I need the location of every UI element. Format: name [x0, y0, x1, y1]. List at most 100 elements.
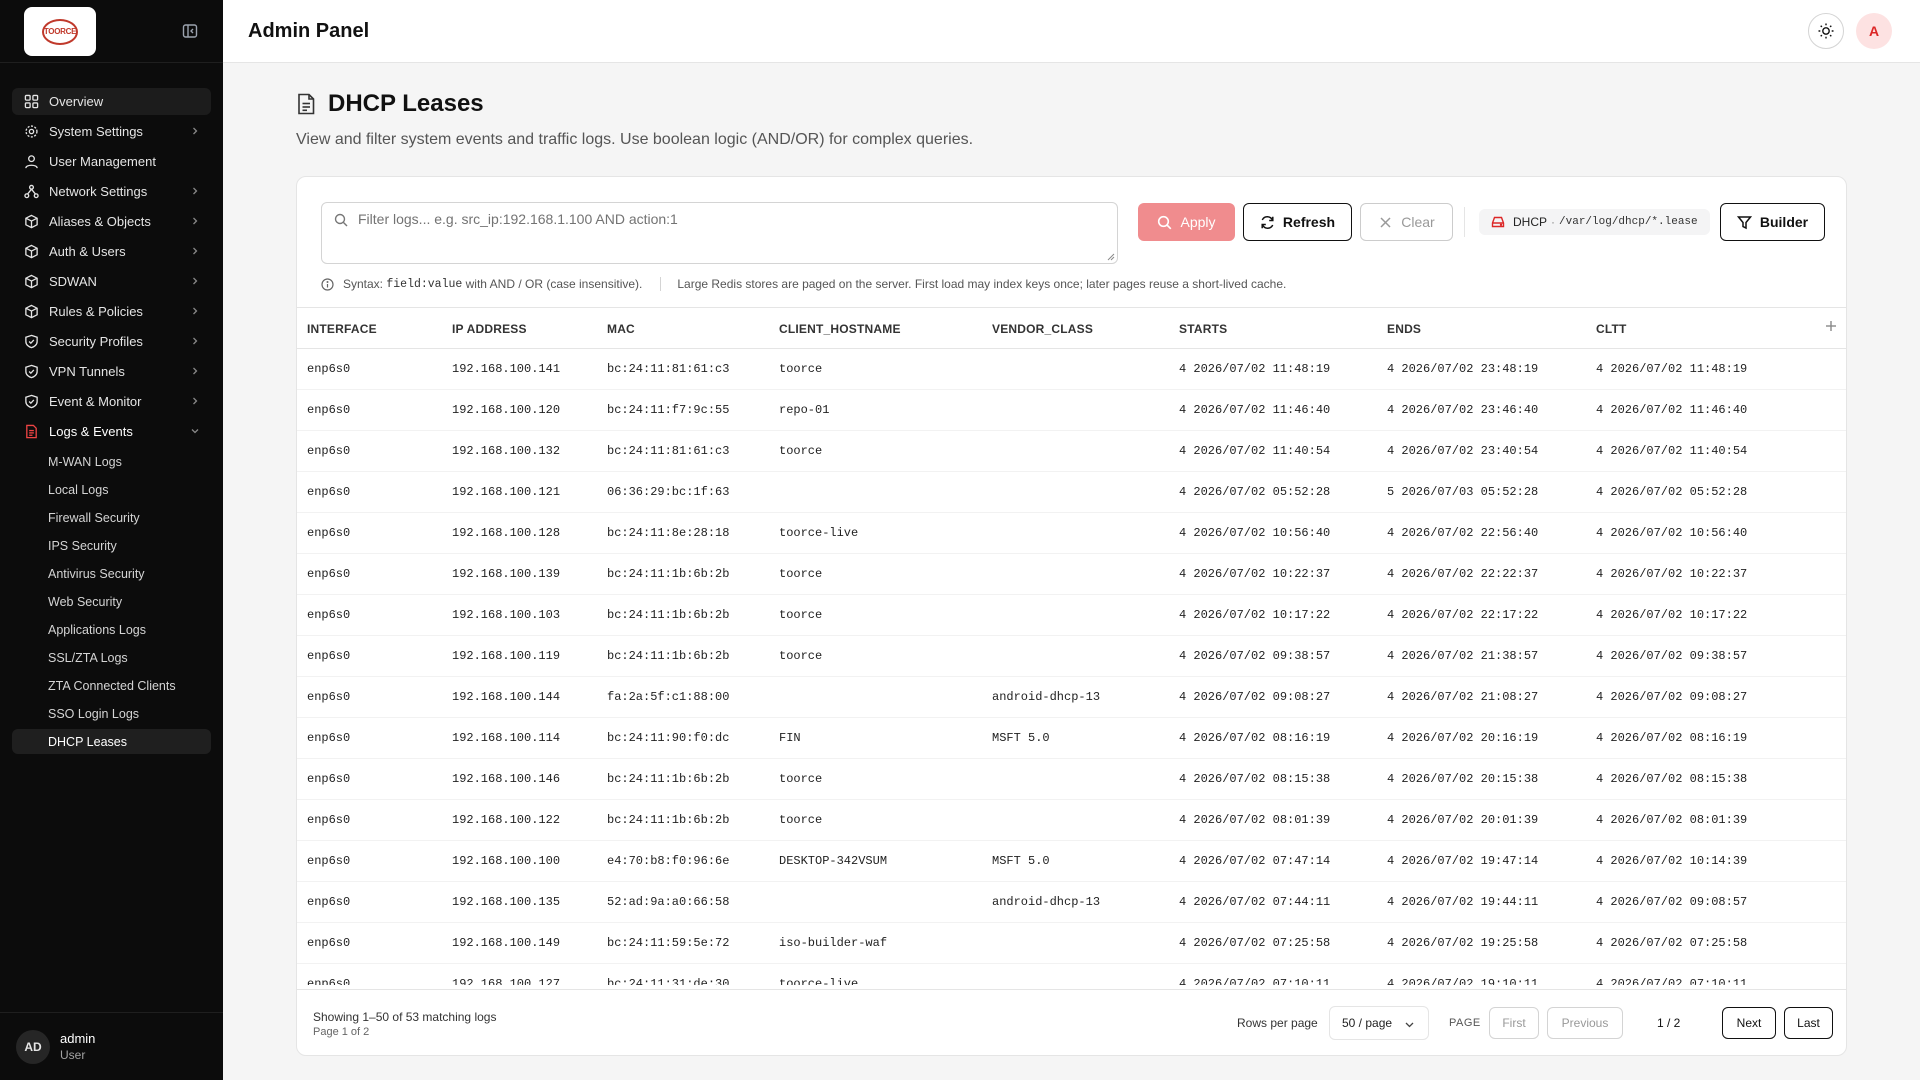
sidebar-item-aliases-objects[interactable]: Aliases & Objects: [12, 208, 211, 235]
cell-starts: 4 2026/07/02 08:01:39: [1179, 813, 1331, 827]
cell-starts: 4 2026/07/02 11:48:19: [1179, 362, 1331, 376]
sidebar-subitem-sso-login-logs[interactable]: SSO Login Logs: [12, 701, 211, 726]
shield-icon: [25, 394, 38, 409]
table-row[interactable]: enp6s0 192.168.100.127 bc:24:11:31:de:30 to…: [297, 964, 1846, 985]
table-row[interactable]: enp6s0 192.168.100.144 fa:2a:5f:c1:88:00 an…: [297, 677, 1846, 718]
sidebar-subitem-ssl-zta-logs[interactable]: SSL/ZTA Logs: [12, 645, 211, 670]
cell-ends: 4 2026/07/02 21:08:27: [1387, 690, 1539, 704]
sidebar-item-logs-events[interactable]: Logs & Events: [12, 418, 211, 445]
sidebar-item-security-profiles[interactable]: Security Profiles: [12, 328, 211, 355]
cell-mac: bc:24:11:59:5e:72: [607, 936, 730, 950]
cell-starts: 4 2026/07/02 09:38:57: [1179, 649, 1331, 663]
filter-textarea[interactable]: [321, 202, 1118, 264]
column-header-ip-address[interactable]: IP ADDRESS: [452, 322, 527, 336]
sidebar-item-rules-policies[interactable]: Rules & Policies: [12, 298, 211, 325]
sidebar-item-overview[interactable]: Overview: [12, 88, 211, 115]
sidebar-item-auth-users[interactable]: Auth & Users: [12, 238, 211, 265]
hint-code: field:value: [386, 277, 463, 291]
cell-ends: 5 2026/07/03 05:52:28: [1387, 485, 1539, 499]
sidebar-user[interactable]: AD admin User: [0, 1012, 223, 1080]
cell-ends: 4 2026/07/02 20:16:19: [1387, 731, 1539, 745]
sidebar-subitem-ips-security[interactable]: IPS Security: [12, 533, 211, 558]
table-row[interactable]: enp6s0 192.168.100.132 bc:24:11:81:61:c3 to…: [297, 431, 1846, 472]
next-page-button[interactable]: Next: [1722, 1007, 1776, 1039]
cell-mac: e4:70:b8:f0:96:6e: [607, 854, 730, 868]
sidebar-item-label: User Management: [49, 154, 156, 169]
sidebar-subitem-applications-logs[interactable]: Applications Logs: [12, 617, 211, 642]
sidebar-item-label: Overview: [49, 94, 104, 109]
sidebar-item-user-management[interactable]: User Management: [12, 148, 211, 175]
sidebar-subitem-antivirus-security[interactable]: Antivirus Security: [12, 561, 211, 586]
cell-starts: 4 2026/07/02 07:10:11: [1179, 977, 1331, 985]
apply-button[interactable]: Apply: [1138, 203, 1235, 241]
cell-cltt: 4 2026/07/02 11:48:19: [1596, 362, 1748, 376]
user-menu-button[interactable]: A: [1856, 13, 1892, 49]
cell-interface: enp6s0: [307, 526, 351, 540]
cell-vendor-class: MSFT 5.0: [992, 731, 1050, 745]
table-row[interactable]: enp6s0 192.168.100.139 bc:24:11:1b:6b:2b to…: [297, 554, 1846, 595]
last-page-button[interactable]: Last: [1784, 1007, 1833, 1039]
previous-page-button[interactable]: Previous: [1547, 1007, 1623, 1039]
column-header-vendor-class[interactable]: VENDOR_CLASS: [992, 322, 1093, 336]
filter-input[interactable]: [358, 211, 1098, 227]
cell-vendor-class: MSFT 5.0: [992, 854, 1050, 868]
clear-button[interactable]: Clear: [1360, 203, 1453, 241]
filter-icon: [1736, 215, 1752, 229]
sidebar-item-system-settings[interactable]: System Settings: [12, 118, 211, 145]
table-row[interactable]: enp6s0 192.168.100.146 bc:24:11:1b:6b:2b to…: [297, 759, 1846, 800]
sidebar-item-vpn-tunnels[interactable]: VPN Tunnels: [12, 358, 211, 385]
cell-starts: 4 2026/07/02 07:25:58: [1179, 936, 1331, 950]
sidebar-subitem-mwan-logs[interactable]: M-WAN Logs: [12, 449, 211, 474]
sidebar-subitem-firewall-security[interactable]: Firewall Security: [12, 505, 211, 530]
chevron-down-icon: [1405, 1022, 1414, 1028]
first-page-button[interactable]: First: [1489, 1007, 1539, 1039]
cell-mac: bc:24:11:31:de:30: [607, 977, 730, 985]
sidebar-subitem-web-security[interactable]: Web Security: [12, 589, 211, 614]
table-row[interactable]: enp6s0 192.168.100.135 52:ad:9a:a0:66:58 an…: [297, 882, 1846, 923]
table-row[interactable]: enp6s0 192.168.100.122 bc:24:11:1b:6b:2b to…: [297, 800, 1846, 841]
table-row[interactable]: enp6s0 192.168.100.128 bc:24:11:8e:28:18 to…: [297, 513, 1846, 554]
cell-ends: 4 2026/07/02 20:15:38: [1387, 772, 1539, 786]
sidebar-subitem-dhcp-leases[interactable]: DHCP Leases: [12, 729, 211, 754]
cell-ends: 4 2026/07/02 22:22:37: [1387, 567, 1539, 581]
cell-ends: 4 2026/07/02 22:17:22: [1387, 608, 1539, 622]
column-header-starts[interactable]: STARTS: [1179, 322, 1227, 336]
cell-ends: 4 2026/07/02 19:10:11: [1387, 977, 1539, 985]
table-row[interactable]: enp6s0 192.168.100.103 bc:24:11:1b:6b:2b to…: [297, 595, 1846, 636]
chevron-right-icon: [193, 397, 198, 405]
cell-ip-address: 192.168.100.119: [452, 649, 561, 663]
cell-interface: enp6s0: [307, 362, 351, 376]
sidebar-subitem-local-logs[interactable]: Local Logs: [12, 477, 211, 502]
add-column-icon[interactable]: [1824, 319, 1838, 333]
sidebar-item-sdwan[interactable]: SDWAN: [12, 268, 211, 295]
table-row[interactable]: enp6s0 192.168.100.121 06:36:29:bc:1f:63 4 …: [297, 472, 1846, 513]
apply-label: Apply: [1180, 214, 1216, 230]
chevron-right-icon: [193, 217, 198, 225]
table-row[interactable]: enp6s0 192.168.100.120 bc:24:11:f7:9c:55 re…: [297, 390, 1846, 431]
cell-cltt: 4 2026/07/02 11:40:54: [1596, 444, 1748, 458]
sidebar-toggle-icon[interactable]: [182, 23, 198, 39]
shield-icon: [25, 364, 38, 379]
rows-per-page-select[interactable]: 50 / page: [1329, 1006, 1429, 1040]
column-header-mac[interactable]: MAC: [607, 322, 635, 336]
table-row[interactable]: enp6s0 192.168.100.114 bc:24:11:90:f0:dc FI…: [297, 718, 1846, 759]
table-row[interactable]: enp6s0 192.168.100.141 bc:24:11:81:61:c3 to…: [297, 349, 1846, 390]
refresh-button[interactable]: Refresh: [1243, 203, 1352, 241]
column-header-ends[interactable]: ENDS: [1387, 322, 1421, 336]
sidebar-item-event-monitor[interactable]: Event & Monitor: [12, 388, 211, 415]
page-indicator: 1 / 2: [1657, 1016, 1681, 1030]
builder-button[interactable]: Builder: [1720, 203, 1825, 241]
theme-toggle-button[interactable]: [1808, 13, 1844, 49]
column-header-interface[interactable]: INTERFACE: [307, 322, 377, 336]
cell-ip-address: 192.168.100.128: [452, 526, 561, 540]
column-header-cltt[interactable]: CLTT: [1596, 322, 1627, 336]
sidebar-item-network-settings[interactable]: Network Settings: [12, 178, 211, 205]
table-row[interactable]: enp6s0 192.168.100.149 bc:24:11:59:5e:72 is…: [297, 923, 1846, 964]
brand-logo[interactable]: TOORCE: [24, 7, 96, 56]
table-row[interactable]: enp6s0 192.168.100.100 e4:70:b8:f0:96:6e DE…: [297, 841, 1846, 882]
table-row[interactable]: enp6s0 192.168.100.119 bc:24:11:1b:6b:2b to…: [297, 636, 1846, 677]
sidebar-subitem-zta-connected-clients[interactable]: ZTA Connected Clients: [12, 673, 211, 698]
resize-handle-icon[interactable]: [1107, 253, 1115, 261]
column-header-client-hostname[interactable]: CLIENT_HOSTNAME: [779, 322, 901, 336]
cell-ends: 4 2026/07/02 21:38:57: [1387, 649, 1539, 663]
